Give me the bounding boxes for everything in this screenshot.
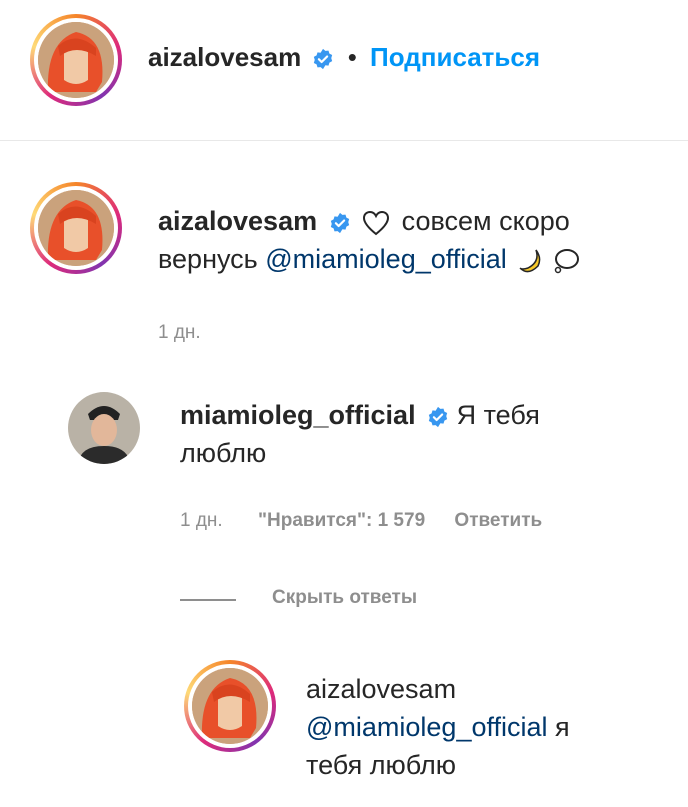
caption-username[interactable]: aizalovesam xyxy=(158,206,317,236)
verified-badge-icon xyxy=(314,49,333,70)
reply2-avatar[interactable] xyxy=(184,660,276,752)
hide-replies-button[interactable]: Скрыть ответы xyxy=(272,587,417,609)
caption-timestamp: 1 дн. xyxy=(158,322,201,343)
reply1-reply-button[interactable]: Ответить xyxy=(454,510,542,531)
reply2-text-line3: тебя люблю xyxy=(306,750,457,780)
avatar-photo xyxy=(192,668,268,744)
reply1-meta: 1 дн. "Нравится": 1 579 Ответить xyxy=(180,510,542,532)
avatar-photo xyxy=(38,190,114,266)
post-header: aizalovesam • Подписаться xyxy=(0,0,688,120)
reply1-text-line2: люблю xyxy=(180,438,267,468)
reply2-mention-link[interactable]: @miamioleg_official xyxy=(306,712,548,742)
heart-emoji-icon xyxy=(363,210,390,236)
header-avatar[interactable] xyxy=(30,14,122,106)
reply1-text: miamioleg_official Я тебя люблю xyxy=(180,396,640,472)
verified-badge-icon xyxy=(428,406,448,427)
reply1-avatar[interactable] xyxy=(68,392,140,464)
hide-replies-line xyxy=(180,599,236,601)
reply1-text-line1: Я тебя xyxy=(456,400,540,430)
reply1-likes-count[interactable]: "Нравится": 1 579 xyxy=(258,510,425,531)
avatar-photo xyxy=(68,392,140,464)
follow-button[interactable]: Подписаться xyxy=(370,42,540,72)
caption-text-line1: совсем скоро xyxy=(401,206,570,236)
header-username[interactable]: aizalovesam xyxy=(148,42,301,72)
reply1-timestamp: 1 дн. xyxy=(180,510,223,531)
reply2-text: aizalovesam @miamioleg_official я тебя л… xyxy=(306,670,676,784)
caption-avatar[interactable] xyxy=(30,182,122,274)
thought-balloon-emoji-icon xyxy=(554,248,579,274)
reply1-username[interactable]: miamioleg_official xyxy=(180,400,416,430)
header-separator: • xyxy=(347,42,357,72)
reply2-username[interactable]: aizalovesam xyxy=(306,674,456,704)
caption-mention-link[interactable]: @miamioleg_official xyxy=(265,244,507,274)
caption-text: aizalovesam совсем скоро вернусь @miamio… xyxy=(158,202,678,278)
avatar-photo xyxy=(38,22,114,98)
verified-badge-icon xyxy=(330,212,349,233)
reply2-text-line2: я xyxy=(555,712,570,742)
header-divider xyxy=(0,140,688,141)
caption-text-line2: вернусь xyxy=(158,244,258,274)
crescent-moon-emoji-icon xyxy=(519,249,541,273)
